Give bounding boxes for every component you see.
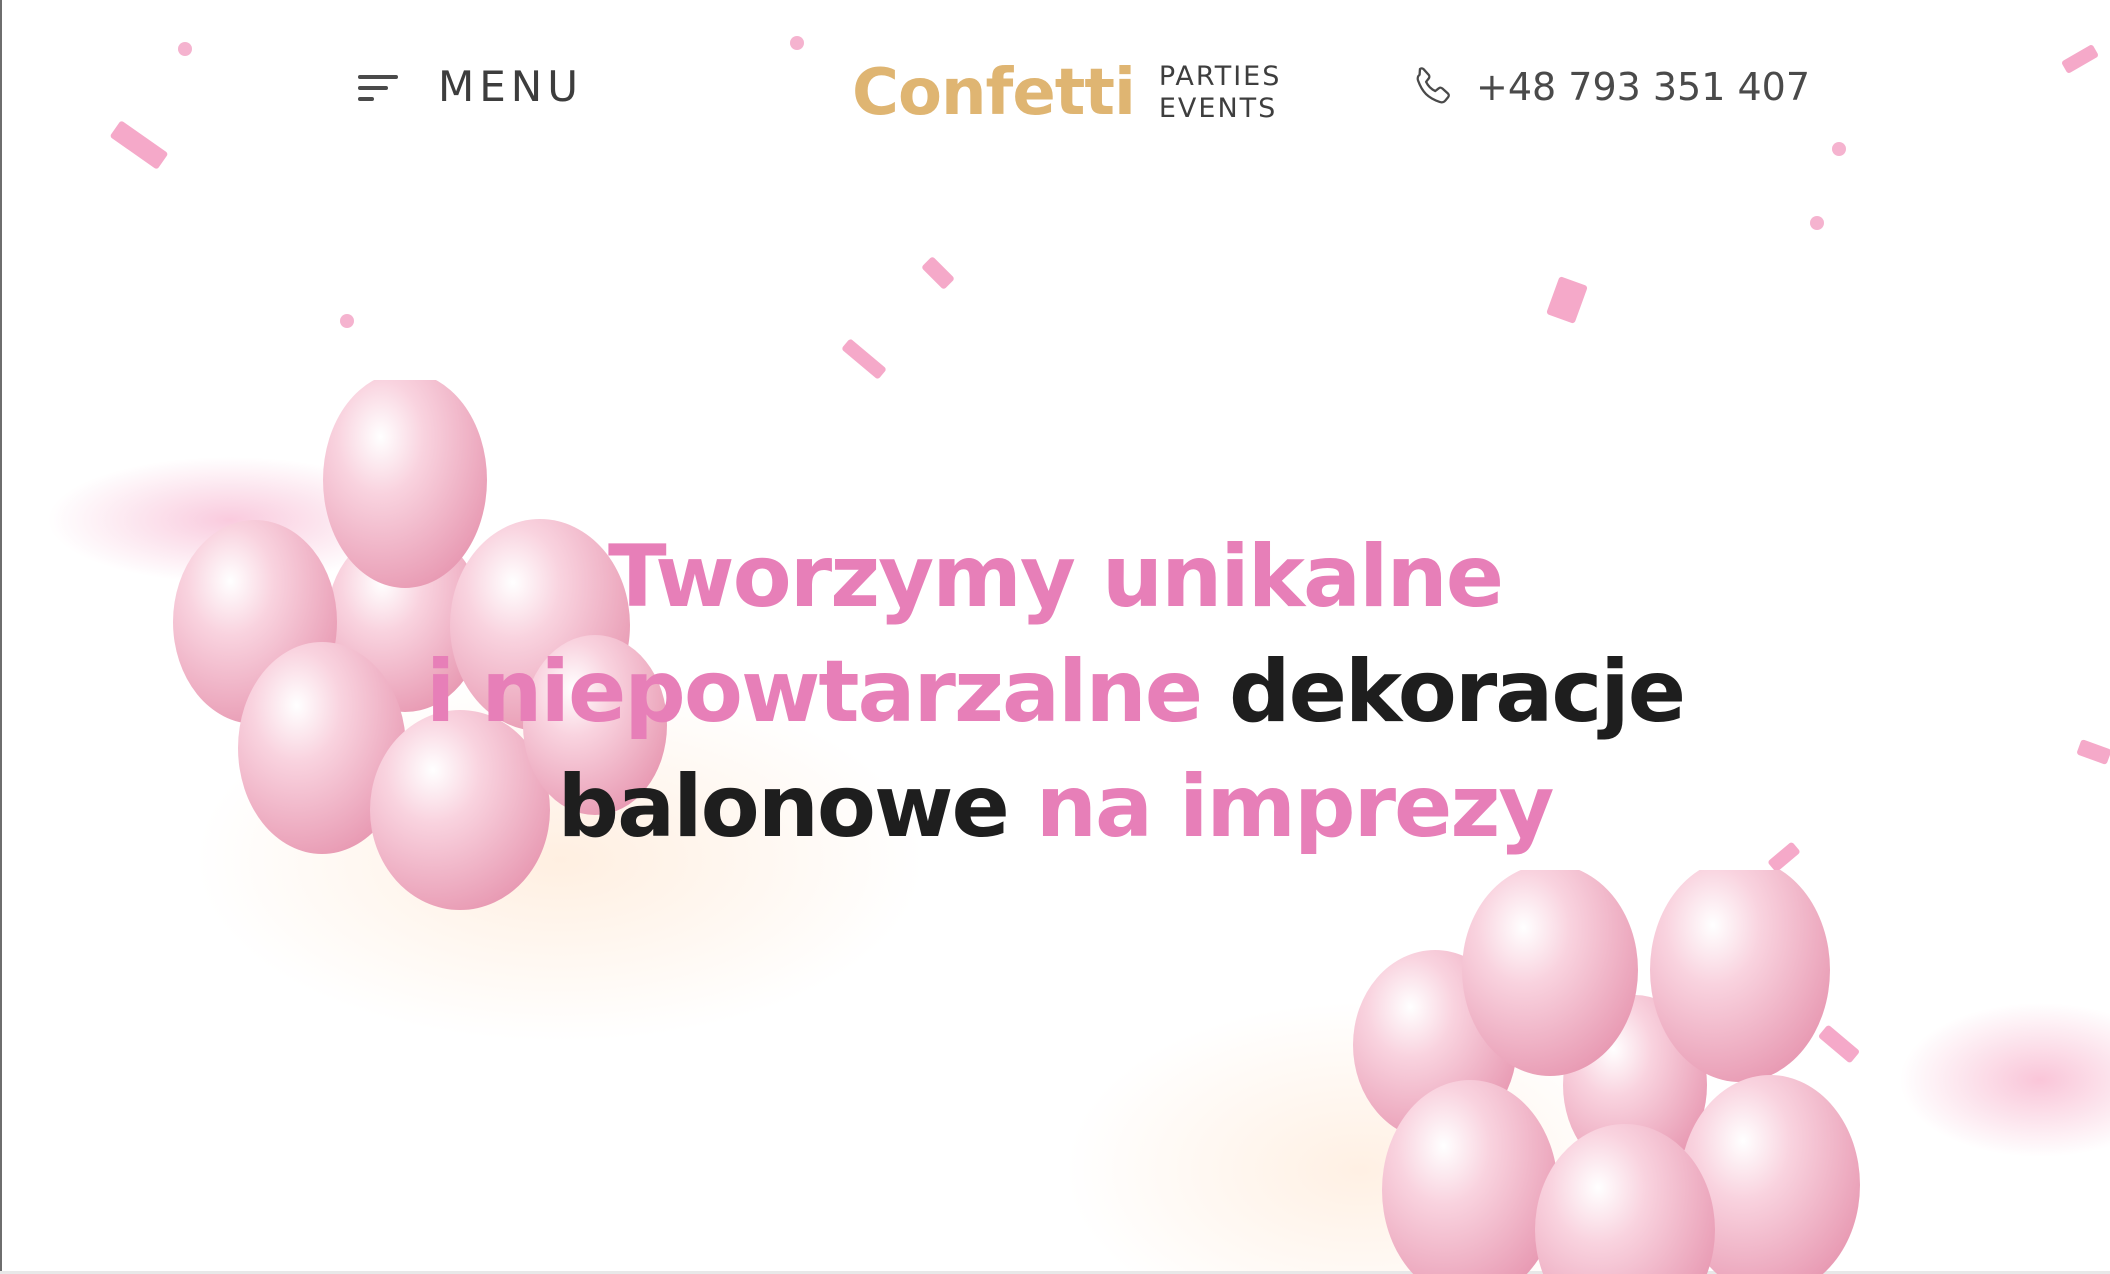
hero-line-1-pink: Tworzymy unikalne xyxy=(607,527,1504,627)
logo[interactable]: Confetti PARTIES EVENTS xyxy=(852,56,1281,130)
confetti-piece xyxy=(340,314,354,328)
menu-icon xyxy=(356,69,400,105)
menu-label: MENU xyxy=(438,62,583,111)
hero-line-2: i niepowtarzalne dekoracje xyxy=(0,635,2110,750)
confetti-piece xyxy=(1546,276,1588,324)
hero-line-2-pink: i niepowtarzalne xyxy=(425,642,1203,742)
hero-line-2-dark: dekoracje xyxy=(1229,642,1686,742)
phone-number: +48 793 351 407 xyxy=(1476,65,1811,109)
phone-icon xyxy=(1416,67,1450,104)
confetti-piece xyxy=(841,338,887,380)
hero-title: Tworzymy unikalne i niepowtarzalne dekor… xyxy=(0,520,2110,865)
confetti-piece xyxy=(1810,216,1824,230)
phone-link[interactable]: +48 793 351 407 xyxy=(1410,64,1810,110)
logo-tagline-line-1: PARTIES xyxy=(1158,61,1282,92)
hero-line-3-pink: na imprezy xyxy=(1035,757,1555,857)
confetti-piece xyxy=(2060,43,2100,75)
logo-wordmark: Confetti xyxy=(852,56,1136,130)
page: MENU Confetti PARTIES EVENTS +48 793 351… xyxy=(0,0,2110,1274)
balloons-illustration xyxy=(1353,870,1860,1274)
menu-button[interactable]: MENU xyxy=(356,62,583,111)
confetti-piece xyxy=(790,36,804,50)
hero-line-3-dark: balonowe xyxy=(557,757,1010,857)
logo-tagline-line-2: EVENTS xyxy=(1158,93,1278,124)
confetti-piece xyxy=(178,42,192,56)
confetti-piece xyxy=(1832,142,1846,156)
hero-line-1: Tworzymy unikalne xyxy=(0,520,2110,635)
hero-line-3: balonowe na imprezy xyxy=(0,750,2110,865)
confetti-piece xyxy=(921,256,955,290)
confetti-piece xyxy=(109,120,169,170)
logo-tagline: PARTIES EVENTS xyxy=(1159,61,1281,125)
